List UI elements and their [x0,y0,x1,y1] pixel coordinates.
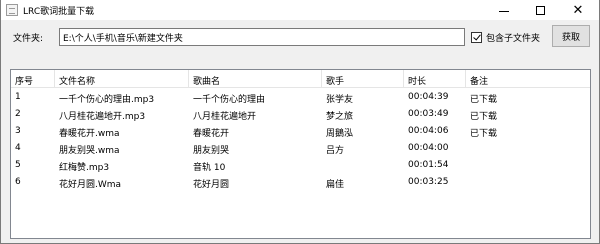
cell-filename: 八月桂花遍地开.mp3 [59,112,146,122]
cell-index: 6 [15,177,21,187]
cell-duration: 00:04:39 [408,92,449,102]
fetch-button[interactable]: 获取 [552,25,590,47]
cell-index: 3 [15,126,21,136]
song-list-view[interactable]: 序号 文件名称 歌曲名 歌手 时长 备注 1 一千个伤心的理由.mp3 一千个伤… [10,69,591,239]
cell-filename: 一千个伤心的理由.mp3 [59,95,155,105]
cell-duration: 00:04:00 [408,143,449,153]
cell-artist: 张学友 [326,95,354,105]
cell-filename: 花好月圆.Wma [59,180,122,190]
table-row[interactable]: 3 春暖花开.wma 春暖花开 周鵝泓 00:04:06 已下载 [11,124,590,139]
table-row[interactable]: 2 八月桂花遍地开.mp3 八月桂花遍地开 梦之旅 00:03:49 已下载 [11,107,590,122]
list-header: 序号 文件名称 歌曲名 歌手 时长 备注 [11,70,590,88]
include-subfolders-checkbox[interactable]: 包含子文件夹 [471,31,540,44]
main-window: LRC歌词批量下载 ✕ 文件夹: E:\个人\手机\音乐\新建文件夹 包含子文件… [0,0,600,244]
window-title: LRC歌词批量下载 [23,7,95,17]
cell-song: 音轨 10 [193,163,226,173]
cell-index: 4 [15,143,21,153]
table-row[interactable]: 5 红梅赞.mp3 音轨 10 00:01:54 [11,158,590,173]
cell-artist: 周鵝泓 [326,129,354,139]
column-header-index[interactable]: 序号 [11,70,55,88]
cell-song: 八月桂花遍地开 [193,112,257,122]
cell-index: 5 [15,160,21,170]
cell-duration: 00:03:49 [408,109,449,119]
close-button[interactable]: ✕ [561,0,595,20]
cell-note: 已下载 [470,95,498,105]
table-row[interactable]: 1 一千个伤心的理由.mp3 一千个伤心的理由 张学友 00:04:39 已下载 [11,90,590,105]
minimize-icon [499,10,509,12]
folder-label: 文件夹: [13,34,44,44]
cell-song: 花好月圆 [193,180,230,190]
app-icon [6,4,18,16]
maximize-button[interactable] [523,0,557,20]
column-header-filename[interactable]: 文件名称 [55,70,189,88]
column-header-artist[interactable]: 歌手 [322,70,404,88]
title-bar: LRC歌词批量下载 ✕ [1,0,599,20]
minimize-button[interactable] [487,0,521,20]
maximize-icon [535,5,545,15]
cell-index: 2 [15,109,21,119]
cell-duration: 00:01:54 [408,160,449,170]
cell-filename: 春暖花开.wma [59,129,120,139]
column-header-note[interactable]: 备注 [466,70,590,88]
cell-song: 一千个伤心的理由 [193,95,266,105]
close-icon: ✕ [572,2,584,18]
cell-note: 已下载 [470,129,498,139]
cell-note: 已下载 [470,112,498,122]
cell-duration: 00:03:25 [408,177,449,187]
cell-filename: 朋友别哭.wma [59,146,120,156]
cell-artist: 扁佳 [326,180,345,190]
cell-song: 春暖花开 [193,129,230,139]
cell-song: 朋友别哭 [193,146,230,156]
cell-filename: 红梅赞.mp3 [59,163,110,173]
cell-duration: 00:04:06 [408,126,449,136]
cell-artist: 梦之旅 [326,112,354,122]
cell-artist: 吕方 [326,146,345,156]
table-row[interactable]: 6 花好月圆.Wma 花好月圆 扁佳 00:03:25 [11,175,590,190]
column-header-song[interactable]: 歌曲名 [189,70,322,88]
checkbox-checked-icon[interactable] [471,32,482,43]
include-subfolders-label: 包含子文件夹 [486,34,541,44]
column-header-duration[interactable]: 时长 [404,70,466,88]
table-row[interactable]: 4 朋友别哭.wma 朋友别哭 吕方 00:04:00 [11,141,590,156]
cell-index: 1 [15,92,21,102]
folder-path-input[interactable]: E:\个人\手机\音乐\新建文件夹 [59,28,465,46]
